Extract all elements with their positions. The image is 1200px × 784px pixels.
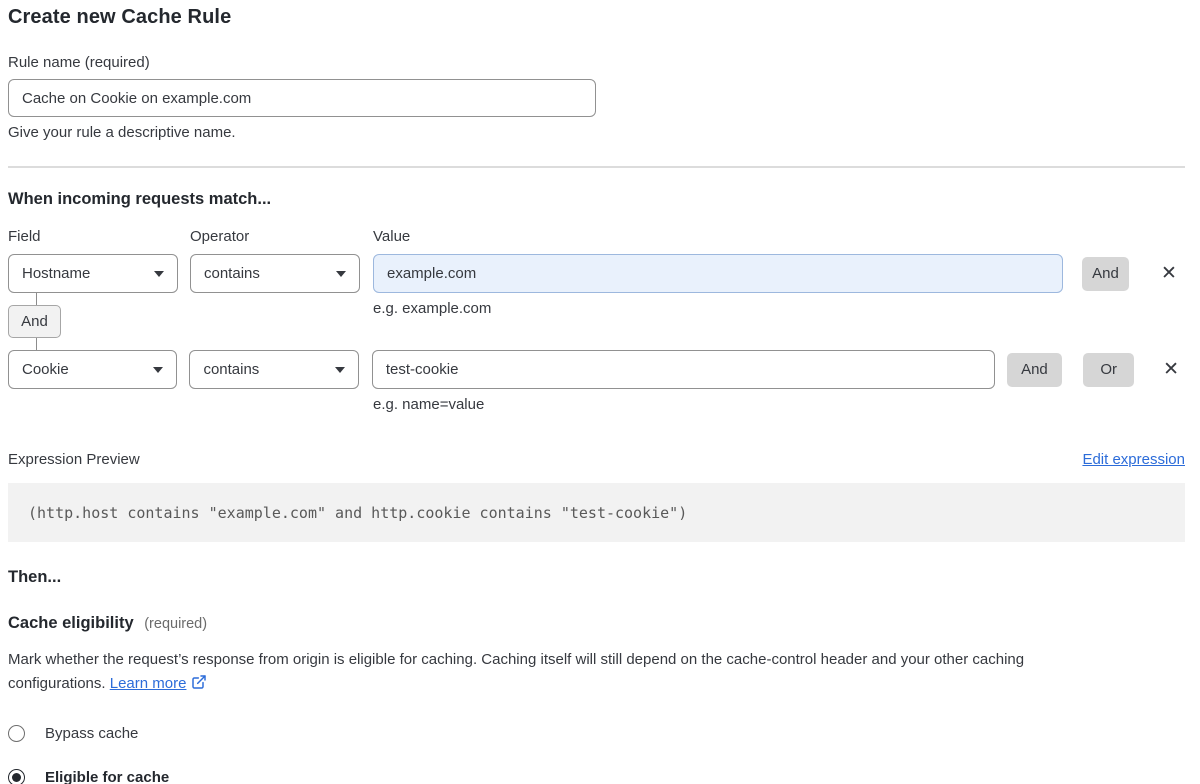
operator-select-value: contains [204, 265, 260, 282]
radio-label: Bypass cache [45, 725, 138, 742]
condition-connector-and[interactable]: And [8, 305, 61, 338]
condition-column-labels: Field Operator Value [8, 228, 1185, 245]
radio-button-unselected[interactable] [8, 725, 25, 742]
remove-condition-button[interactable]: ✕ [1155, 260, 1183, 288]
close-icon: ✕ [1163, 359, 1179, 380]
rule-name-label: Rule name (required) [8, 54, 1185, 71]
then-heading: Then... [8, 568, 1185, 587]
learn-more-link[interactable]: Learn more [110, 675, 187, 692]
field-select-value: Cookie [22, 361, 69, 378]
cache-eligibility-description: Mark whether the request’s response from… [8, 648, 1168, 698]
value-hint: e.g. name=value [373, 396, 1185, 413]
rule-name-helper: Give your rule a descriptive name. [8, 124, 1185, 141]
radio-label: Eligible for cache [45, 769, 169, 784]
value-input[interactable] [372, 350, 995, 389]
section-divider [8, 166, 1185, 168]
field-select[interactable]: Hostname [8, 254, 178, 293]
chevron-down-icon [335, 367, 345, 373]
condition-row: Hostname contains And ✕ [8, 254, 1185, 293]
operator-select-value: contains [203, 361, 259, 378]
field-select-value: Hostname [22, 265, 90, 282]
radio-button-selected[interactable] [8, 769, 25, 784]
column-label-field: Field [8, 228, 190, 245]
chevron-down-icon [154, 271, 164, 277]
expression-code: (http.host contains "example.com" and ht… [8, 483, 1185, 542]
match-heading: When incoming requests match... [8, 190, 1185, 209]
expression-code-text: (http.host contains "example.com" and ht… [28, 504, 687, 522]
radio-option-eligible[interactable]: Eligible for cache [8, 769, 1185, 784]
chevron-down-icon [336, 271, 346, 277]
create-cache-rule-form: Create new Cache Rule Rule name (require… [0, 0, 1200, 784]
expression-preview-label: Expression Preview [8, 451, 140, 468]
or-button[interactable]: Or [1083, 353, 1134, 387]
rule-name-input[interactable] [8, 79, 596, 117]
operator-select[interactable]: contains [190, 254, 360, 293]
and-button[interactable]: And [1082, 257, 1129, 291]
field-select[interactable]: Cookie [8, 350, 177, 389]
operator-select[interactable]: contains [189, 350, 358, 389]
description-line2: configurations. [8, 675, 106, 692]
external-link-icon [191, 674, 207, 698]
column-label-value: Value [373, 228, 410, 245]
required-note: (required) [144, 616, 207, 632]
cache-eligibility-heading: Cache eligibility [8, 614, 134, 632]
chevron-down-icon [153, 367, 163, 373]
cache-eligibility-header: Cache eligibility (required) [8, 614, 1185, 633]
expression-preview-header: Expression Preview Edit expression [8, 451, 1185, 468]
close-icon: ✕ [1161, 263, 1177, 284]
page-title: Create new Cache Rule [8, 0, 1185, 29]
column-label-operator: Operator [190, 228, 373, 245]
value-hint: e.g. example.com [373, 300, 491, 317]
edit-expression-link[interactable]: Edit expression [1082, 451, 1185, 468]
remove-condition-button[interactable]: ✕ [1157, 356, 1185, 384]
radio-option-bypass[interactable]: Bypass cache [8, 725, 1185, 742]
condition-connector-area: And e.g. example.com [8, 293, 1185, 350]
description-line1: Mark whether the request’s response from… [8, 651, 1024, 668]
and-button[interactable]: And [1007, 353, 1063, 387]
condition-row: Cookie contains And Or ✕ [8, 350, 1185, 389]
value-input[interactable] [373, 254, 1063, 293]
